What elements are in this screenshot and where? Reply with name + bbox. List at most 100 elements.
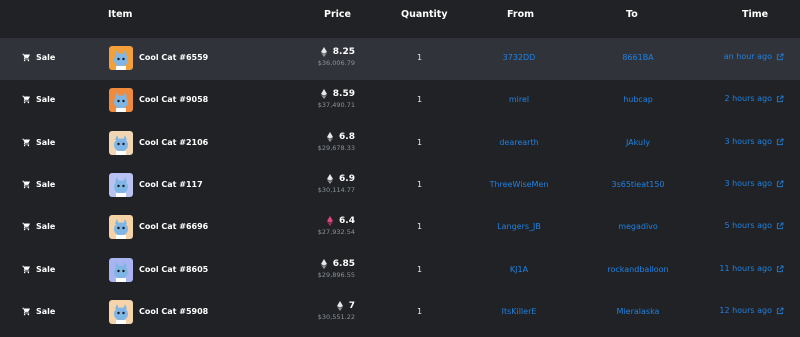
item-name-link[interactable]: Cool Cat #6696 — [139, 222, 208, 231]
time-link[interactable]: 3 hours ago — [724, 137, 784, 146]
time-link[interactable]: an hour ago — [724, 52, 784, 61]
to-user-link[interactable]: megadivo — [618, 222, 658, 231]
price-usd: $36,006.79 — [317, 59, 355, 67]
to-user-link[interactable]: 3s65tieat150 — [611, 180, 664, 189]
item-name-link[interactable]: Cool Cat #117 — [139, 180, 203, 189]
item-name-link[interactable]: Cool Cat #5908 — [139, 307, 208, 316]
time-link[interactable]: 12 hours ago — [719, 306, 784, 315]
item-activity-table: Item Price Quantity From To Time Sale Coo… — [0, 0, 800, 337]
table-row: Sale Cool Cat #2106 6.8 $29,678.33 1 deareart… — [0, 123, 800, 165]
event-label: Sale — [36, 180, 56, 189]
price-eth: 6.9 — [339, 174, 355, 184]
eth-icon — [320, 47, 327, 57]
event-type: Sale — [22, 265, 55, 274]
price-usd: $27,932.54 — [317, 228, 355, 236]
event-type: Sale — [22, 53, 55, 62]
header-to: To — [626, 9, 638, 20]
time-label[interactable]: 3 hours ago — [724, 137, 772, 146]
from-user-link[interactable]: Langers_JB — [497, 222, 541, 231]
price-eth: 6.8 — [339, 132, 355, 142]
quantity-value: 1 — [417, 138, 423, 147]
nft-thumbnail[interactable] — [109, 131, 133, 155]
price-eth: 8.25 — [332, 47, 355, 57]
time-label[interactable]: 5 hours ago — [724, 221, 772, 230]
external-link-icon[interactable] — [776, 222, 784, 230]
time-link[interactable]: 5 hours ago — [724, 221, 784, 230]
table-row: Sale Cool Cat #6559 8.25 $36,006.79 1 3732DD 8… — [0, 38, 800, 80]
price-cell: 8.25 $36,006.79 — [318, 47, 355, 67]
from-user-link[interactable]: 3732DD — [503, 53, 536, 62]
cart-icon — [22, 307, 30, 316]
quantity-value: 1 — [417, 307, 423, 316]
event-type: Sale — [22, 222, 55, 231]
item-name-link[interactable]: Cool Cat #6559 — [139, 53, 208, 62]
cart-icon — [22, 138, 30, 147]
time-label[interactable]: 2 hours ago — [724, 94, 772, 103]
quantity-value: 1 — [417, 222, 423, 231]
quantity-value: 1 — [417, 53, 423, 62]
header-item: Item — [108, 9, 133, 20]
header-from: From — [507, 9, 534, 20]
external-link-icon[interactable] — [776, 95, 784, 103]
nft-thumbnail[interactable] — [109, 88, 133, 112]
event-label: Sale — [36, 95, 56, 104]
event-type: Sale — [22, 307, 55, 316]
event-label: Sale — [36, 265, 56, 274]
external-link-icon[interactable] — [776, 53, 784, 61]
time-link[interactable]: 11 hours ago — [719, 264, 784, 273]
price-usd: $30,551.22 — [317, 313, 355, 321]
cart-icon — [22, 95, 30, 104]
nft-thumbnail[interactable] — [109, 46, 133, 70]
price-cell: 6.85 $29,896.55 — [318, 259, 355, 279]
time-label[interactable]: 3 hours ago — [724, 179, 772, 188]
price-usd: $29,896.55 — [317, 271, 355, 279]
time-label[interactable]: 11 hours ago — [719, 264, 772, 273]
price-usd: $29,678.33 — [317, 144, 355, 152]
item-name-link[interactable]: Cool Cat #8605 — [139, 265, 208, 274]
nft-thumbnail[interactable] — [109, 215, 133, 239]
from-user-link[interactable]: KJ1A — [510, 265, 528, 274]
external-link-icon[interactable] — [776, 180, 784, 188]
event-label: Sale — [36, 53, 56, 62]
price-cell: 6.9 $30,114.77 — [318, 174, 355, 194]
external-link-icon[interactable] — [776, 138, 784, 146]
to-user-link[interactable]: rockandballoon — [607, 265, 668, 274]
event-type: Sale — [22, 95, 55, 104]
from-user-link[interactable]: mirel — [509, 95, 529, 104]
from-user-link[interactable]: ThreeWiseMen — [490, 180, 549, 189]
price-usd: $30,114.77 — [317, 186, 355, 194]
table-header: Item Price Quantity From To Time — [0, 0, 800, 30]
from-user-link[interactable]: ItsKillerE — [502, 307, 537, 316]
price-eth: 8.59 — [332, 89, 355, 99]
to-user-link[interactable]: JAkuly — [626, 138, 650, 147]
table-row: Sale Cool Cat #8605 6.85 $29,896.55 1 KJ1A roc… — [0, 250, 800, 292]
eth-icon — [336, 301, 343, 311]
time-link[interactable]: 3 hours ago — [724, 179, 784, 188]
time-link[interactable]: 2 hours ago — [724, 94, 784, 103]
event-type: Sale — [22, 138, 55, 147]
to-user-link[interactable]: 8661BA — [622, 53, 653, 62]
external-link-icon[interactable] — [776, 265, 784, 273]
weth-icon — [327, 216, 334, 226]
table-row: Sale Cool Cat #9058 8.59 $37,490.71 1 mirel hu… — [0, 80, 800, 122]
time-label[interactable]: 12 hours ago — [719, 306, 772, 315]
nft-thumbnail[interactable] — [109, 300, 133, 324]
item-name-link[interactable]: Cool Cat #9058 — [139, 95, 208, 104]
price-usd: $37,490.71 — [317, 101, 355, 109]
to-user-link[interactable]: Mieralaska — [617, 307, 660, 316]
nft-thumbnail[interactable] — [109, 258, 133, 282]
table-row: Sale Cool Cat #6696 6.4 $27,932.54 1 Langers_… — [0, 207, 800, 249]
header-time: Time — [742, 9, 769, 20]
quantity-value: 1 — [417, 95, 423, 104]
eth-icon — [327, 132, 334, 142]
to-user-link[interactable]: hubcap — [623, 95, 653, 104]
quantity-value: 1 — [417, 265, 423, 274]
cart-icon — [22, 180, 30, 189]
time-label[interactable]: an hour ago — [724, 52, 772, 61]
external-link-icon[interactable] — [776, 307, 784, 315]
from-user-link[interactable]: dearearth — [499, 138, 538, 147]
cart-icon — [22, 222, 30, 231]
table-row: Sale Cool Cat #117 6.9 $30,114.77 1 ThreeWise… — [0, 165, 800, 207]
item-name-link[interactable]: Cool Cat #2106 — [139, 138, 208, 147]
nft-thumbnail[interactable] — [109, 173, 133, 197]
